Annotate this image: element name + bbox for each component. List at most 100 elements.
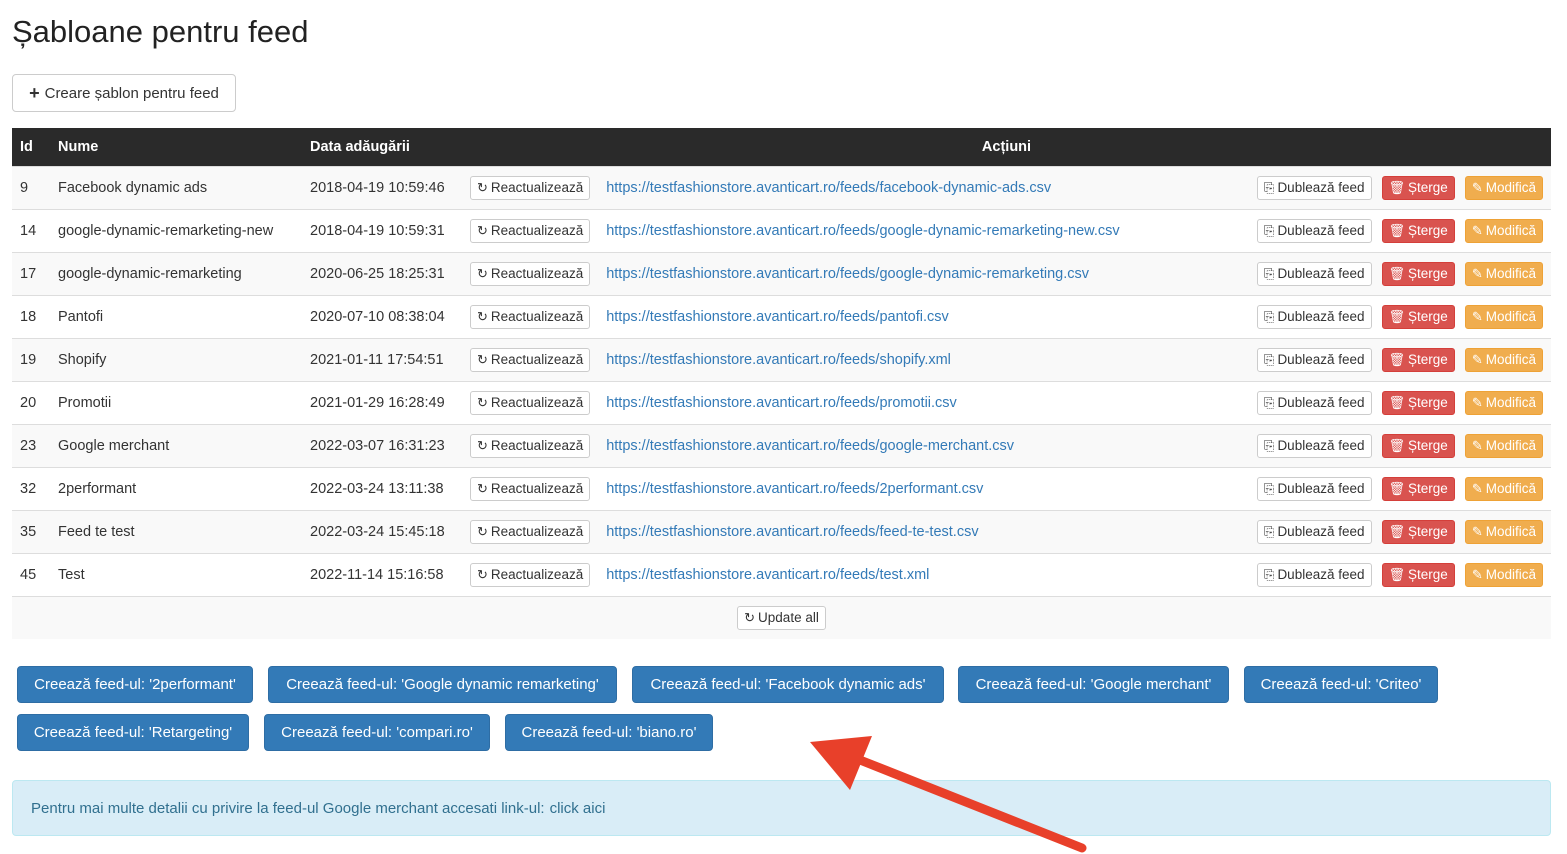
info-link[interactable]: click aici <box>550 800 606 817</box>
duplicate-label: Dublează feed <box>1277 223 1365 238</box>
edit-label: Modifică <box>1485 309 1536 324</box>
create-feed-button[interactable]: Creează feed-ul: 'biano.ro' <box>505 714 713 751</box>
cell-name: Shopify <box>58 351 107 368</box>
edit-button[interactable]: ✎ Modifică <box>1464 433 1543 458</box>
duplicate-feed-button[interactable]: ⎘ Dublează feed <box>1257 347 1372 372</box>
edit-button[interactable]: ✎ Modifică <box>1464 175 1543 200</box>
delete-button[interactable]: 🗑︎ Șterge <box>1381 476 1455 501</box>
table-row: 45 Test 2022-11-14 15:16:58 ↻ Reactualiz… <box>12 553 1551 596</box>
refresh-button[interactable]: ↻ Reactualizează <box>470 562 591 587</box>
duplicate-feed-button[interactable]: ⎘ Dublează feed <box>1257 175 1372 200</box>
create-feed-button[interactable]: Creează feed-ul: 'Criteo' <box>1244 666 1438 703</box>
feed-url-link[interactable]: https://testfashionstore.avanticart.ro/f… <box>606 395 957 411</box>
delete-button[interactable]: 🗑︎ Șterge <box>1381 390 1455 415</box>
refresh-button[interactable]: ↻ Reactualizează <box>470 519 591 544</box>
edit-label: Modifică <box>1485 180 1536 195</box>
refresh-button[interactable]: ↻ Reactualizează <box>470 218 591 243</box>
copy-icon: ⎘ <box>1264 223 1275 238</box>
delete-button[interactable]: 🗑︎ Șterge <box>1381 433 1455 458</box>
edit-button[interactable]: ✎ Modifică <box>1464 519 1543 544</box>
copy-icon: ⎘ <box>1264 266 1275 281</box>
cell-name: Feed te test <box>58 523 135 540</box>
cell-id: 9 <box>20 179 29 196</box>
feed-url-link[interactable]: https://testfashionstore.avanticart.ro/f… <box>606 352 951 368</box>
refresh-label: Reactualizează <box>490 395 584 410</box>
refresh-icon: ↻ <box>477 395 488 410</box>
create-feed-button[interactable]: Creează feed-ul: 'compari.ro' <box>264 714 490 751</box>
feed-url-link[interactable]: https://testfashionstore.avanticart.ro/f… <box>606 180 1051 196</box>
page: Șabloane pentru feed + Creare șablon pen… <box>0 0 1567 854</box>
feed-url-link[interactable]: https://testfashionstore.avanticart.ro/f… <box>606 309 949 325</box>
edit-button[interactable]: ✎ Modifică <box>1464 390 1543 415</box>
feed-url-link[interactable]: https://testfashionstore.avanticart.ro/f… <box>606 481 983 497</box>
refresh-label: Reactualizează <box>490 352 584 367</box>
duplicate-feed-button[interactable]: ⎘ Dublează feed <box>1257 519 1372 544</box>
refresh-icon: ↻ <box>477 309 488 324</box>
refresh-icon: ↻ <box>477 266 488 281</box>
duplicate-feed-button[interactable]: ⎘ Dublează feed <box>1257 390 1372 415</box>
copy-icon: ⎘ <box>1264 395 1275 410</box>
edit-icon: ✎ <box>1471 524 1483 539</box>
delete-button[interactable]: 🗑︎ Șterge <box>1381 261 1455 286</box>
create-feed-template-button[interactable]: + Creare șablon pentru feed <box>12 74 236 112</box>
edit-button[interactable]: ✎ Modifică <box>1464 304 1543 329</box>
refresh-button[interactable]: ↻ Reactualizează <box>470 175 591 200</box>
cell-date: 2022-03-24 13:11:38 <box>310 480 444 497</box>
delete-button[interactable]: 🗑︎ Șterge <box>1381 347 1455 372</box>
duplicate-feed-button[interactable]: ⎘ Dublează feed <box>1257 304 1372 329</box>
refresh-label: Reactualizează <box>490 223 584 238</box>
header-name: Nume <box>58 138 99 155</box>
cell-actions: ⎘ Dublează feed 🗑︎ Șterge ✎ Modifică <box>1249 338 1551 381</box>
feed-url-link[interactable]: https://testfashionstore.avanticart.ro/f… <box>606 438 1014 454</box>
update-all-button[interactable]: ↻ Update all <box>737 605 826 630</box>
duplicate-feed-button[interactable]: ⎘ Dublează feed <box>1257 433 1372 458</box>
edit-button[interactable]: ✎ Modifică <box>1464 347 1543 372</box>
cell-refresh: ↻ Reactualizează <box>462 424 598 467</box>
delete-button[interactable]: 🗑︎ Șterge <box>1381 304 1455 329</box>
create-feed-button[interactable]: Creează feed-ul: 'Google merchant' <box>958 666 1229 703</box>
delete-button[interactable]: 🗑︎ Șterge <box>1381 218 1455 243</box>
refresh-button[interactable]: ↻ Reactualizează <box>470 347 591 372</box>
cell-id: 14 <box>20 222 37 239</box>
delete-label: Șterge <box>1408 481 1448 496</box>
cell-name: Google merchant <box>58 437 170 454</box>
delete-button[interactable]: 🗑︎ Șterge <box>1381 562 1455 587</box>
refresh-button[interactable]: ↻ Reactualizează <box>470 476 591 501</box>
refresh-button[interactable]: ↻ Reactualizează <box>470 390 591 415</box>
duplicate-feed-button[interactable]: ⎘ Dublează feed <box>1257 218 1372 243</box>
edit-button[interactable]: ✎ Modifică <box>1464 562 1543 587</box>
cell-id: 35 <box>20 523 37 540</box>
duplicate-feed-button[interactable]: ⎘ Dublează feed <box>1257 261 1372 286</box>
edit-button[interactable]: ✎ Modifică <box>1464 218 1543 243</box>
cell-actions: ⎘ Dublează feed 🗑︎ Șterge ✎ Modifică <box>1249 467 1551 510</box>
trash-icon: 🗑︎ <box>1388 180 1406 195</box>
cell-name: Test <box>58 566 85 583</box>
refresh-button[interactable]: ↻ Reactualizează <box>470 433 591 458</box>
create-feed-button[interactable]: Creează feed-ul: 'Facebook dynamic ads' <box>632 666 944 703</box>
create-feed-button[interactable]: Creează feed-ul: 'Google dynamic remarke… <box>268 666 617 703</box>
refresh-icon: ↻ <box>477 567 488 582</box>
cell-name: Facebook dynamic ads <box>58 179 208 196</box>
cell-name: Promotii <box>58 394 112 411</box>
cell-actions: ⎘ Dublează feed 🗑︎ Șterge ✎ Modifică <box>1249 553 1551 596</box>
refresh-label: Reactualizează <box>490 567 584 582</box>
refresh-button[interactable]: ↻ Reactualizează <box>470 304 591 329</box>
duplicate-feed-button[interactable]: ⎘ Dublează feed <box>1257 476 1372 501</box>
feed-url-link[interactable]: https://testfashionstore.avanticart.ro/f… <box>606 223 1119 239</box>
feed-url-link[interactable]: https://testfashionstore.avanticart.ro/f… <box>606 266 1089 282</box>
refresh-button[interactable]: ↻ Reactualizează <box>470 261 591 286</box>
delete-button[interactable]: 🗑︎ Șterge <box>1381 519 1455 544</box>
edit-button[interactable]: ✎ Modifică <box>1464 261 1543 286</box>
cell-url: https://testfashionstore.avanticart.ro/f… <box>598 553 1249 596</box>
edit-icon: ✎ <box>1471 481 1483 496</box>
feed-url-link[interactable]: https://testfashionstore.avanticart.ro/f… <box>606 524 978 540</box>
edit-button[interactable]: ✎ Modifică <box>1464 476 1543 501</box>
delete-button[interactable]: 🗑︎ Șterge <box>1381 175 1455 200</box>
edit-icon: ✎ <box>1471 266 1483 281</box>
create-feed-button[interactable]: Creează feed-ul: '2performant' <box>17 666 253 703</box>
edit-icon: ✎ <box>1471 309 1483 324</box>
feed-url-link[interactable]: https://testfashionstore.avanticart.ro/f… <box>606 567 929 583</box>
delete-label: Șterge <box>1408 567 1448 582</box>
duplicate-feed-button[interactable]: ⎘ Dublează feed <box>1257 562 1372 587</box>
create-feed-button[interactable]: Creează feed-ul: 'Retargeting' <box>17 714 249 751</box>
